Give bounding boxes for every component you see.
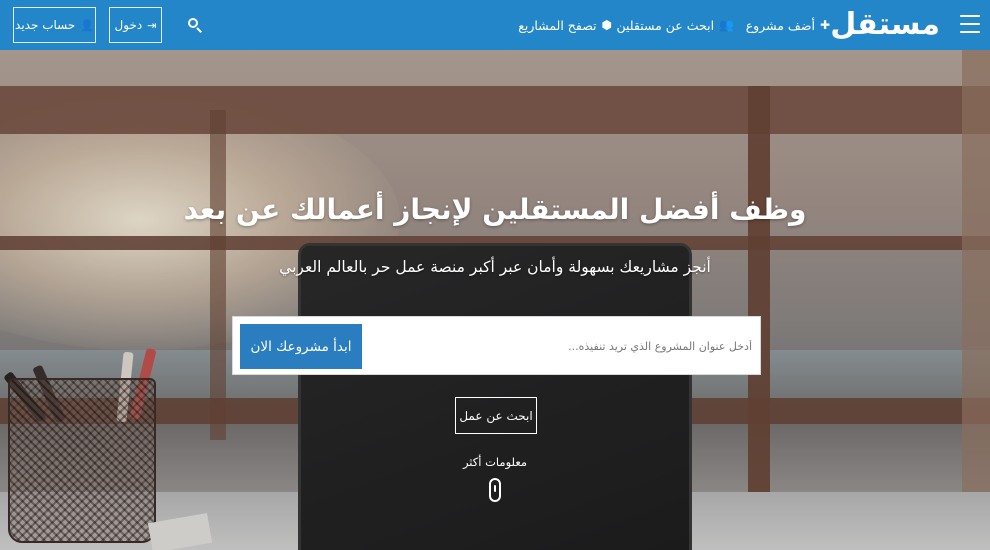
find-work-button[interactable]: ابحث عن عمل [455, 397, 537, 434]
signup-label: حساب جديد [15, 18, 76, 32]
users-icon: 👥 [719, 18, 734, 32]
hero-title: وظف أفضل المستقلين لإنجاز أعمالك عن بعد [183, 193, 807, 226]
login-button[interactable]: ⇥ دخول [109, 7, 162, 43]
mouse-icon[interactable] [489, 478, 501, 502]
search-icon[interactable] [185, 15, 205, 35]
nav-add-project[interactable]: ✚ أضف مشروع [746, 15, 830, 35]
login-label: دخول [114, 18, 143, 32]
hero-subtitle: أنجز مشاريعك بسهولة وأمان عبر أكبر منصة … [279, 258, 711, 276]
user-plus-icon: 👤 [80, 18, 94, 32]
hamburger-icon[interactable] [960, 15, 980, 33]
nav-find-freelancers-label: ابحث عن مستقلين [616, 17, 715, 33]
nav-add-project-label: أضف مشروع [745, 17, 815, 33]
sign-in-icon: ⇥ [147, 18, 157, 32]
nav-browse-projects[interactable]: ⬢ تصفح المشاريع [518, 15, 612, 35]
hero-section: وظف أفضل المستقلين لإنجاز أعمالك عن بعد … [0, 50, 990, 550]
cubes-icon: ⬢ [601, 18, 612, 32]
project-form: ابدأ مشروعك الان [232, 316, 761, 375]
top-navbar: مستقل ✚ أضف مشروع 👥 ابحث عن مستقلين ⬢ تص… [0, 0, 990, 50]
site-logo[interactable]: مستقل [830, 6, 941, 44]
nav-find-freelancers[interactable]: 👥 ابحث عن مستقلين [616, 15, 734, 35]
more-info-link[interactable]: معلومات أكثر [445, 455, 545, 469]
project-title-input[interactable] [367, 324, 752, 369]
signup-button[interactable]: 👤 حساب جديد [13, 7, 96, 43]
hero-overlay [0, 50, 990, 550]
nav-browse-projects-label: تصفح المشاريع [518, 17, 597, 33]
start-project-button[interactable]: ابدأ مشروعك الان [240, 324, 362, 369]
plus-icon: ✚ [819, 18, 830, 32]
